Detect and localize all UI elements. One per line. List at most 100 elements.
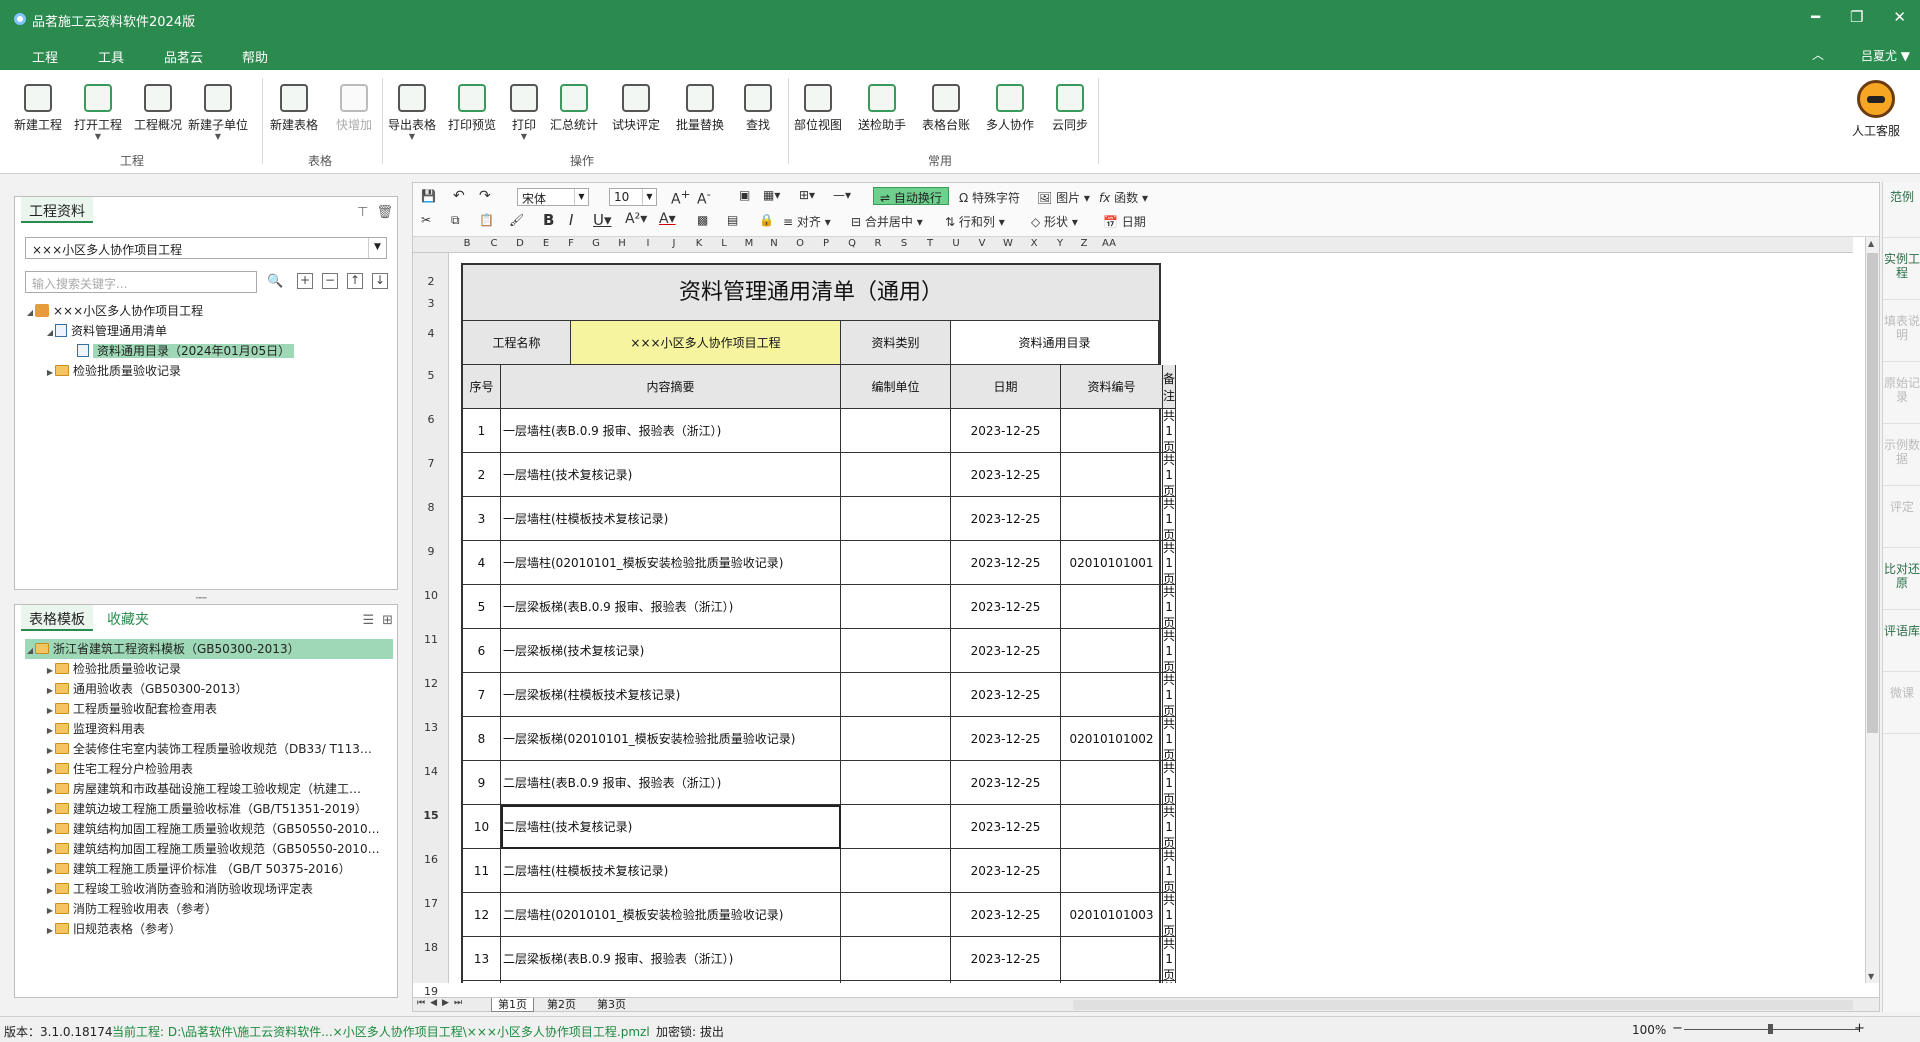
table-cell[interactable]: 一层墙柱(柱模板技术复核记录) (501, 497, 841, 541)
table-cell[interactable]: 共1页 (1163, 585, 1177, 629)
table-cell[interactable] (841, 497, 951, 541)
column-label[interactable]: Z (1073, 238, 1095, 249)
underline-icon[interactable]: U▾ (593, 211, 612, 229)
doc-type-value[interactable]: 资料通用目录 (951, 321, 1159, 365)
search-icon[interactable]: 🔍 (267, 274, 283, 289)
open-project-button[interactable]: 打开工程 ▼ (68, 84, 128, 141)
table-cell[interactable] (841, 717, 951, 761)
quick-add-button[interactable]: 快增加 (324, 84, 384, 133)
column-label[interactable]: J (661, 238, 687, 249)
table-cell[interactable] (1061, 409, 1163, 453)
table-cell[interactable]: 3 (463, 497, 501, 541)
cell-format-icon[interactable]: ▣ (739, 188, 750, 202)
table-cell[interactable]: 一层墙柱(技术复核记录) (501, 453, 841, 497)
table-cell[interactable] (841, 761, 951, 805)
delete-icon[interactable]: 🗑 (376, 205, 393, 220)
scroll-down-icon[interactable]: ▼ (1868, 972, 1874, 981)
table-cell[interactable]: 共1页 (1163, 893, 1177, 937)
grid-view-icon[interactable]: ⊞ (382, 613, 393, 628)
move-up-button[interactable]: ↑ (347, 273, 363, 289)
tree-node-template[interactable]: ▶ 建筑结构加固工程施工质量验收规范（GB50550-2010… (25, 839, 393, 859)
column-label[interactable]: N (761, 238, 787, 249)
tree-node-template[interactable]: ▶ 建筑边坡工程施工质量验收标准（GB/T51351-2019） (25, 799, 393, 819)
tree-node-template[interactable]: ▶ 房屋建筑和市政基础设施工程竣工验收规定（杭建工… (25, 779, 393, 799)
column-label[interactable]: R (865, 238, 891, 249)
column-label[interactable]: W (995, 238, 1021, 249)
column-label[interactable]: G (583, 238, 609, 249)
sidebar-item[interactable]: 填表说明 (1883, 306, 1920, 362)
find-button[interactable]: 查找 (728, 84, 788, 133)
table-cell[interactable]: 2023-12-25 (951, 893, 1061, 937)
border-style-icon[interactable]: ▦▾ (763, 188, 780, 202)
move-down-button[interactable]: ↓ (372, 273, 388, 289)
table-cell[interactable]: 二层墙柱(柱模板技术复核记录) (501, 849, 841, 893)
special-char-button[interactable]: Ω 特殊字符 (959, 189, 1020, 206)
part-view-button[interactable]: 部位视图 (788, 84, 848, 133)
table-cell[interactable]: 7 (463, 673, 501, 717)
column-label[interactable]: Q (839, 238, 865, 249)
table-cell[interactable] (841, 409, 951, 453)
expand-all-button[interactable]: + (297, 273, 313, 289)
row-label[interactable]: 3 (413, 297, 449, 310)
fill-color-icon[interactable]: ▩ (697, 213, 708, 227)
font-color-icon[interactable]: A▾ (659, 211, 676, 227)
table-cell[interactable] (1061, 673, 1163, 717)
column-label[interactable]: AA (1095, 238, 1123, 249)
project-name-value[interactable]: ×××小区多人协作项目工程 (571, 321, 841, 365)
table-cell[interactable]: 1 (463, 409, 501, 453)
tree-node-template[interactable]: ▶ 监理资料用表 (25, 719, 393, 739)
vertical-scrollbar[interactable]: ▲ ▼ (1865, 237, 1879, 983)
zoom-knob[interactable] (1768, 1024, 1773, 1034)
table-cell[interactable]: 一层梁板梯(技术复核记录) (501, 629, 841, 673)
table-ledger-button[interactable]: 表格台账 (916, 84, 976, 133)
row-label[interactable]: 2 (413, 275, 449, 288)
table-cell[interactable]: 4 (463, 541, 501, 585)
font-shrink-icon[interactable]: A- (697, 187, 711, 208)
table-cell[interactable]: 一层梁板梯(表B.0.9 报审、报验表（浙江）) (501, 585, 841, 629)
project-name-label[interactable]: 工程名称 (463, 321, 571, 365)
table-cell[interactable]: 8 (463, 717, 501, 761)
column-label[interactable]: O (787, 238, 813, 249)
table-cell[interactable]: 9 (463, 761, 501, 805)
project-select[interactable]: ×××小区多人协作项目工程 ▼ (25, 237, 387, 259)
superscript-icon[interactable]: A²▾ (625, 211, 647, 227)
align-button[interactable]: ≡ 对齐 ▾ (783, 213, 831, 230)
sheet-nav-arrows[interactable]: ⏮◀▶⏭ (417, 998, 467, 1008)
column-label[interactable]: F (559, 238, 583, 249)
row-label[interactable]: 10 (413, 589, 449, 602)
column-label[interactable]: V (969, 238, 995, 249)
table-cell[interactable] (1061, 629, 1163, 673)
lock-icon[interactable]: 🔒 (759, 213, 774, 227)
column-label[interactable]: E (533, 238, 559, 249)
zoom-slider[interactable] (1684, 1024, 1860, 1034)
table-cell[interactable] (1061, 849, 1163, 893)
new-table-button[interactable]: 新建表格 (264, 84, 324, 133)
function-button[interactable]: fx 函数 ▾ (1099, 189, 1148, 206)
table-cell[interactable]: 2023-12-25 (951, 497, 1061, 541)
column-label[interactable]: S (891, 238, 917, 249)
picture-button[interactable]: 🖼 图片 ▾ (1037, 189, 1090, 206)
table-cell[interactable]: 二层墙柱(表B.0.9 报审、报验表（浙江）) (501, 761, 841, 805)
table-cell[interactable]: 2023-12-25 (951, 541, 1061, 585)
sidebar-item[interactable]: 范例 (1883, 182, 1920, 238)
table-cell[interactable]: 2023-12-25 (951, 629, 1061, 673)
table-header-cell[interactable]: 编制单位 (841, 365, 951, 409)
minimize-button[interactable]: ━ (1811, 8, 1820, 26)
save-icon[interactable]: 💾 (421, 189, 436, 203)
borders-icon[interactable]: ⊞▾ (799, 188, 815, 202)
zoom-in-button[interactable]: + (1854, 1021, 1865, 1036)
table-cell[interactable] (1061, 761, 1163, 805)
row-label[interactable]: 14 (413, 765, 449, 778)
redo-icon[interactable]: ↷ (479, 188, 491, 204)
format-painter-icon[interactable]: 🖌 (509, 213, 524, 227)
column-label[interactable]: T (917, 238, 943, 249)
column-label[interactable]: K (687, 238, 711, 249)
table-cell[interactable]: 共1页 (1163, 409, 1177, 453)
font-grow-icon[interactable]: A+ (671, 187, 690, 208)
table-cell[interactable]: 共1页 (1163, 761, 1177, 805)
undo-icon[interactable]: ↶ (453, 188, 465, 204)
table-header-cell[interactable]: 内容摘要 (501, 365, 841, 409)
table-cell[interactable]: 14 (463, 981, 501, 983)
table-cell[interactable]: 一层墙柱(02010101_模板安装检验批质量验收记录) (501, 541, 841, 585)
table-cell[interactable]: 5 (463, 585, 501, 629)
